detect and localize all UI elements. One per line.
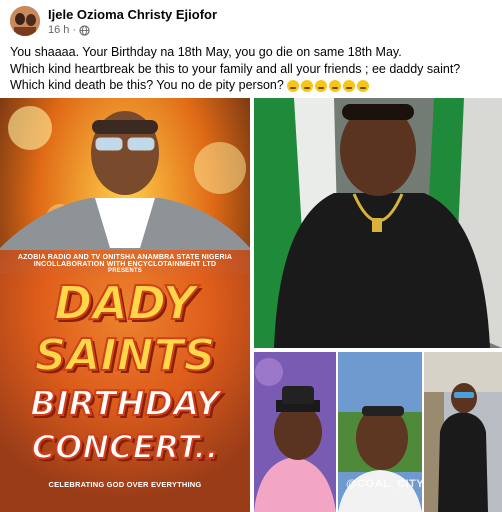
caption-line-with-emojis: Which kind death be this? You no de pity… <box>10 77 494 94</box>
post-header: Ijele Ozioma Christy Ejiofor 16 h · <box>0 0 502 40</box>
post-meta: 16 h · <box>48 24 90 36</box>
photo-man-with-flags[interactable] <box>254 98 502 348</box>
caption-emojis <box>286 79 369 92</box>
photo-man-with-sunglasses[interactable]: @COAL_CITY <box>338 352 422 512</box>
caption-line: You shaaaa. Your Birthday na 18th May, y… <box>10 45 402 59</box>
flyer-title-word: SAINTS <box>34 329 217 382</box>
author-name[interactable]: Ijele Ozioma Christy Ejiofor <box>48 7 217 22</box>
photo-watermark: @COAL_CITY <box>346 478 422 490</box>
flyer-line: INCOLLABORATION WITH ENCYCLOTAINMENT LTD <box>33 261 217 268</box>
flyer-tagline: CELEBRATING GOD OVER EVERYTHING <box>48 480 202 489</box>
photo-concert-flyer[interactable]: AZOBIA RADIO AND TV ONITSHA ANAMBRA STAT… <box>0 98 250 512</box>
flyer-title-word: BIRTHDAY <box>29 383 221 425</box>
flyer-line: PRESENTS <box>108 268 142 274</box>
flyer-subheading: AZOBIA RADIO AND TV ONITSHA ANAMBRA STAT… <box>0 254 250 274</box>
flyer-title-word: CONCERT.. <box>31 427 220 467</box>
photo-man-in-hat[interactable] <box>254 352 336 512</box>
crying-face-icon <box>314 79 327 92</box>
author-avatar[interactable] <box>10 6 40 36</box>
post-caption: You shaaaa. Your Birthday na 18th May, y… <box>10 44 494 94</box>
crying-face-icon <box>356 79 369 92</box>
crying-face-icon <box>300 79 313 92</box>
photo-man-standing[interactable] <box>424 352 502 512</box>
post-time[interactable]: 16 h <box>48 24 69 36</box>
caption-line: Which kind heartbreak be this to your fa… <box>10 61 461 76</box>
crying-face-icon <box>342 79 355 92</box>
crying-face-icon <box>328 79 341 92</box>
meta-separator: · <box>72 24 77 36</box>
globe-icon <box>79 24 90 36</box>
flyer-title-word: DADY <box>53 275 197 331</box>
flyer-line: AZOBIA RADIO AND TV ONITSHA ANAMBRA STAT… <box>17 254 233 261</box>
disappointed-face-icon <box>286 79 299 92</box>
caption-line: Which kind death be this? You no de pity… <box>10 78 284 92</box>
